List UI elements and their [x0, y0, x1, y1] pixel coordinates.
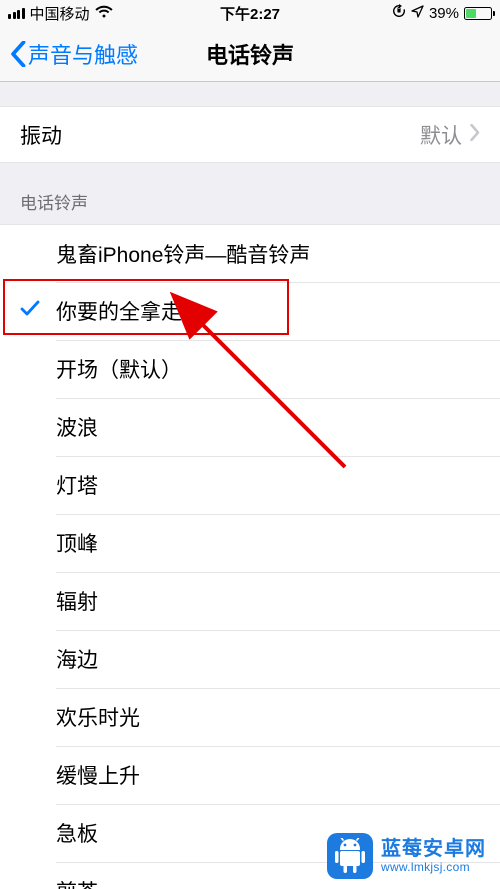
ringtone-row[interactable]: 你要的全拿走	[0, 282, 500, 340]
ringtone-label: 缓慢上升	[56, 760, 140, 790]
ringtone-label: 急板	[56, 818, 98, 848]
status-left: 中国移动	[8, 3, 113, 24]
ringtone-label: 你要的全拿走	[56, 296, 182, 326]
ringtone-row[interactable]: 鬼畜iPhone铃声—酷音铃声	[0, 224, 500, 282]
vibration-row[interactable]: 振动 默认	[0, 106, 500, 163]
ringtone-label: 灯塔	[56, 470, 98, 500]
ringtone-label: 鬼畜iPhone铃声—酷音铃声	[56, 239, 310, 269]
status-bar: 中国移动 下午2:27 39%	[0, 0, 500, 26]
location-icon	[411, 5, 424, 22]
checkmark-icon	[20, 300, 40, 323]
ringtone-row[interactable]: 海边	[0, 630, 500, 688]
ringtone-label: 波浪	[56, 412, 98, 442]
nav-bar: 声音与触感 电话铃声	[0, 26, 500, 82]
ringtone-label: 开场（默认）	[56, 354, 182, 384]
ringtone-row[interactable]: 开场（默认）	[0, 340, 500, 398]
chevron-left-icon	[10, 41, 26, 67]
watermark-en: www.lmkjsj.com	[381, 861, 486, 875]
orientation-lock-icon	[392, 4, 406, 22]
carrier-label: 中国移动	[30, 3, 90, 24]
ringtone-row[interactable]: 缓慢上升	[0, 746, 500, 804]
ringtone-row[interactable]: 顶峰	[0, 514, 500, 572]
watermark-cn: 蓝莓安卓网	[381, 838, 486, 861]
nav-title: 电话铃声	[206, 38, 294, 70]
ringtone-row[interactable]: 辐射	[0, 572, 500, 630]
nav-back-button[interactable]: 声音与触感	[10, 38, 138, 70]
ringtone-row[interactable]: 波浪	[0, 398, 500, 456]
ringtone-label: 顶峰	[56, 528, 98, 558]
watermark-text: 蓝莓安卓网 www.lmkjsj.com	[381, 838, 486, 875]
battery-pct: 39%	[429, 5, 459, 22]
watermark: 蓝莓安卓网 www.lmkjsj.com	[327, 833, 486, 879]
vibration-value: 默认	[420, 120, 462, 150]
ringtone-row[interactable]: 欢乐时光	[0, 688, 500, 746]
ringtone-label: 煎茶	[56, 876, 98, 889]
chevron-right-icon	[470, 124, 480, 146]
battery-icon	[464, 7, 492, 20]
signal-icon	[8, 8, 25, 19]
watermark-icon	[327, 833, 373, 879]
nav-back-label: 声音与触感	[28, 38, 138, 70]
ringtone-list: 鬼畜iPhone铃声—酷音铃声你要的全拿走开场（默认） 波浪灯塔顶峰辐射海边欢乐时…	[0, 224, 500, 889]
wifi-icon	[95, 5, 113, 22]
ringtone-label: 辐射	[56, 586, 98, 616]
status-time: 下午2:27	[220, 3, 280, 24]
ringtone-label: 海边	[56, 644, 98, 674]
ringtone-label: 欢乐时光	[56, 702, 140, 732]
ringtone-row[interactable]: 灯塔	[0, 456, 500, 514]
status-right: 39%	[392, 4, 492, 22]
vibration-label: 振动	[20, 120, 420, 150]
content-scroll[interactable]: 振动 默认 电话铃声 鬼畜iPhone铃声—酷音铃声你要的全拿走开场（默认） 波浪…	[0, 82, 500, 889]
ringtone-section-header: 电话铃声	[0, 163, 500, 224]
